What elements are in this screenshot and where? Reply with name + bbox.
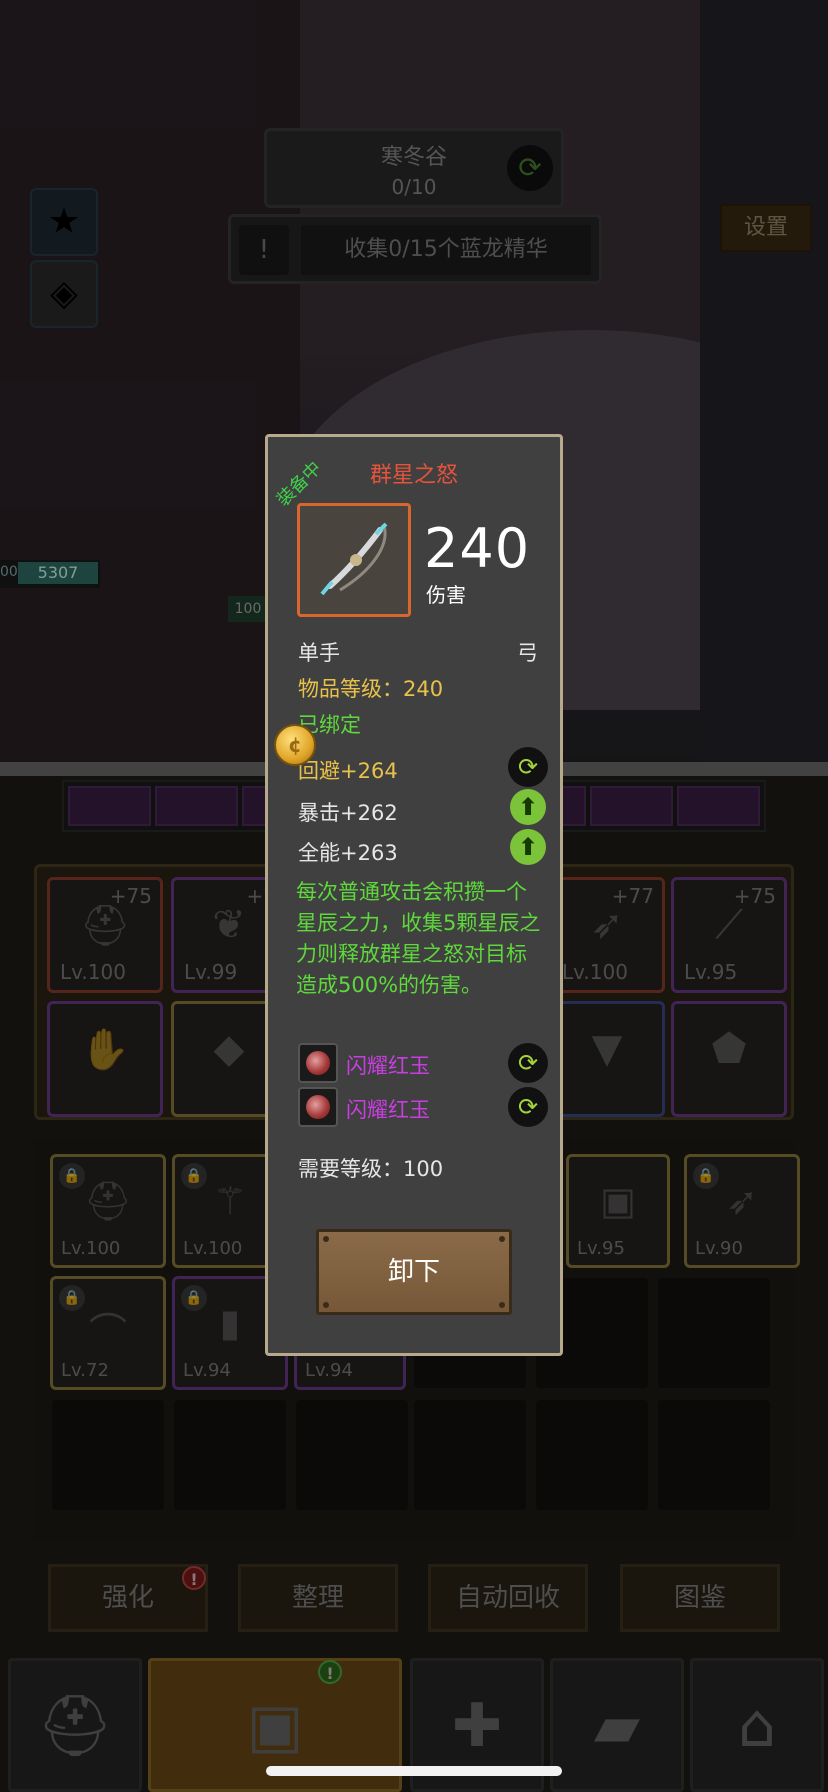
- stat-versatility: 全能+263: [298, 841, 398, 865]
- bound-status: 已绑定: [298, 713, 361, 737]
- item-name: 群星之怒: [369, 463, 458, 488]
- gem-name: 闪耀红玉: [346, 1098, 430, 1122]
- hand-type: 单手: [298, 641, 340, 665]
- item-tooltip: 装备中 群星之怒 240 伤害 单手 弓 物品等级：240 已绑定 回避+264…: [265, 434, 563, 1356]
- gem-socket: 闪耀红玉 ⟳: [298, 1087, 548, 1127]
- nail-decoration: [499, 1302, 505, 1308]
- stat-crit: 暴击+262: [298, 801, 398, 825]
- upgrade-arrow-icon[interactable]: ⬆: [510, 789, 546, 825]
- stat-dodge: 回避+264: [298, 759, 398, 783]
- unequip-label: 卸下: [387, 1257, 440, 1287]
- home-indicator[interactable]: [266, 1766, 562, 1776]
- swap-icon[interactable]: ⟳: [508, 747, 548, 787]
- nail-decoration: [499, 1236, 505, 1242]
- damage-value: 240: [424, 517, 531, 580]
- item-description: 每次普通攻击会积攒一个星辰之力，收集5颗星辰之力则释放群星之怒对目标造成500%…: [296, 880, 541, 997]
- nail-decoration: [323, 1302, 329, 1308]
- upgrade-arrow-icon[interactable]: ⬆: [510, 829, 546, 865]
- swap-icon[interactable]: ⟳: [508, 1087, 548, 1127]
- weapon-type-row: 单手 弓: [298, 637, 538, 667]
- coin-icon[interactable]: ¢: [274, 724, 316, 766]
- required-level: 需要等级：100: [298, 1157, 444, 1181]
- damage-label: 伤害: [426, 583, 466, 607]
- item-level: 物品等级：240: [298, 677, 444, 701]
- ruby-gem-icon: [298, 1087, 338, 1127]
- weapon-type: 弓: [517, 641, 538, 665]
- gem-socket: 闪耀红玉 ⟳: [298, 1043, 548, 1083]
- bow-icon: [297, 503, 411, 617]
- swap-icon[interactable]: ⟳: [508, 1043, 548, 1083]
- nail-decoration: [323, 1236, 329, 1242]
- unequip-button[interactable]: 卸下: [316, 1229, 512, 1315]
- gem-name: 闪耀红玉: [346, 1054, 430, 1078]
- ruby-gem-icon: [298, 1043, 338, 1083]
